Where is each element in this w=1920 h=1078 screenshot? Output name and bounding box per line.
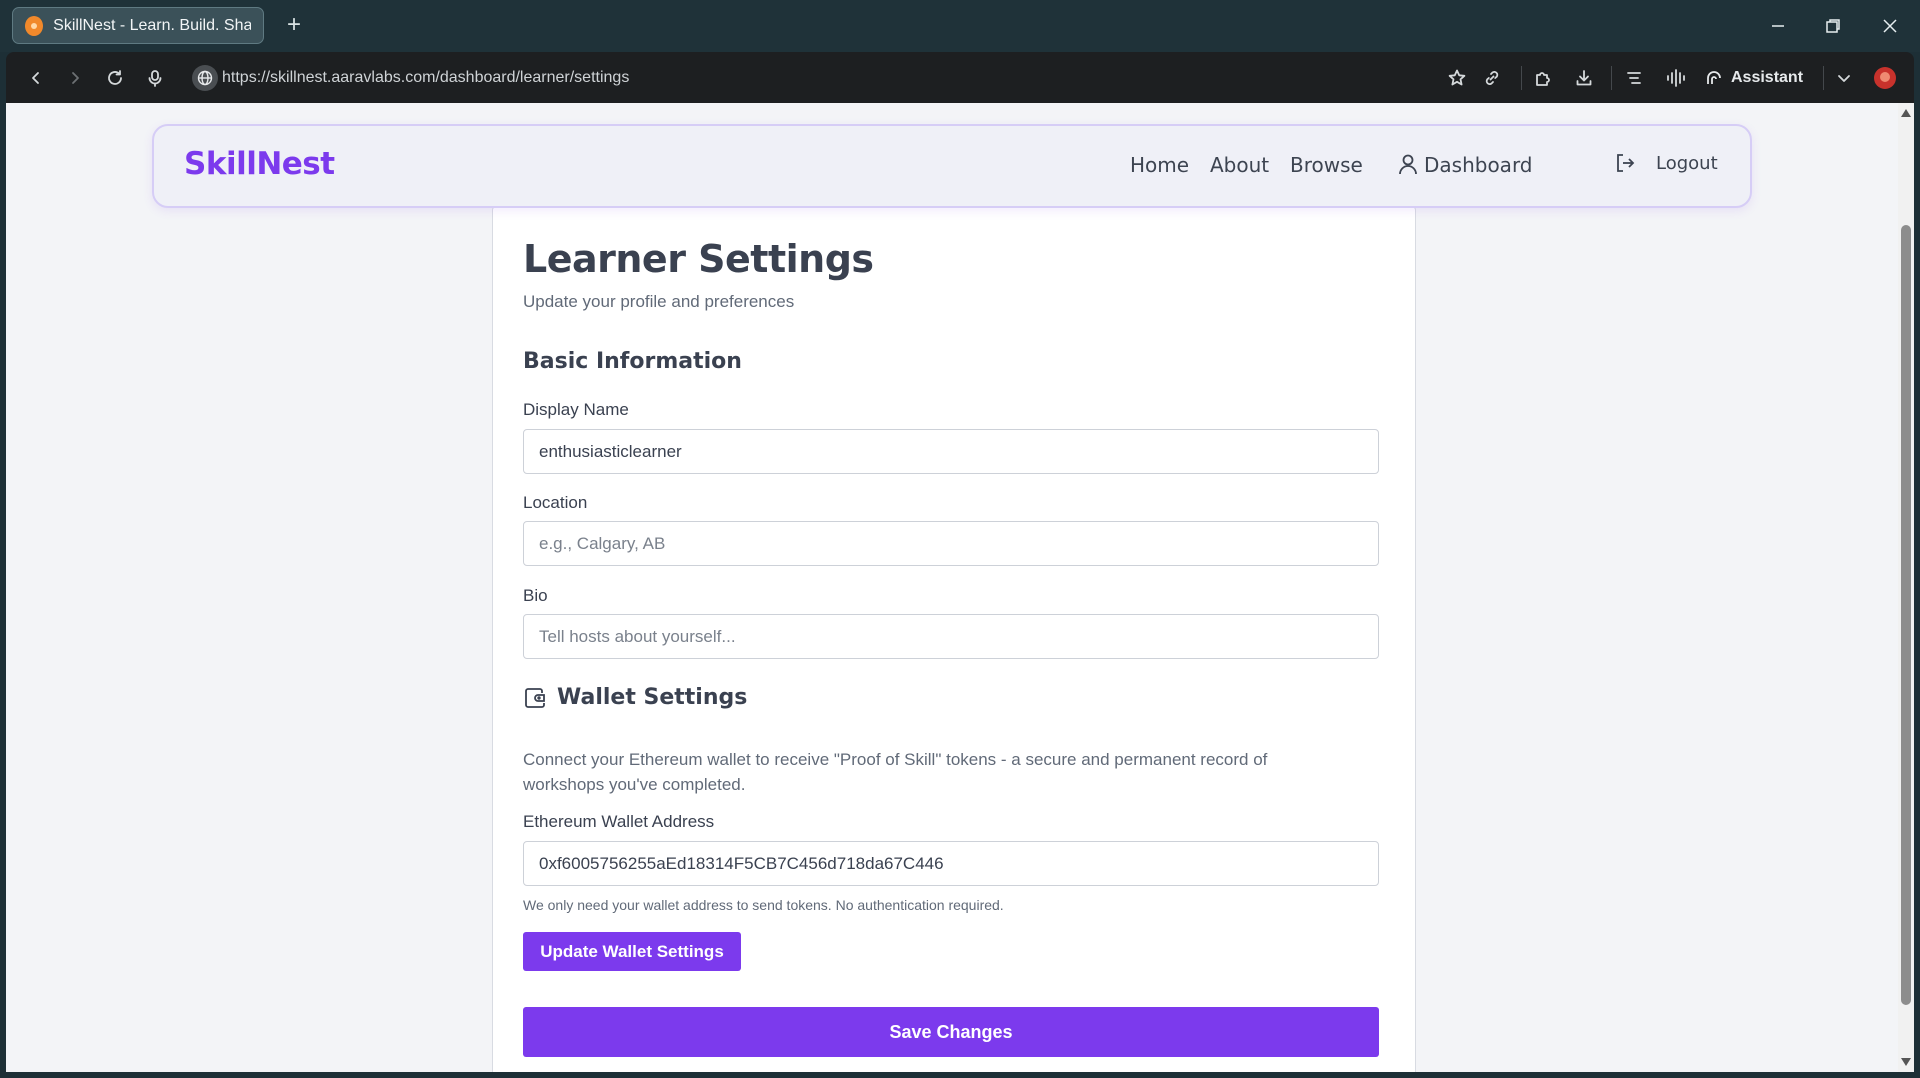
logout-icon [1617, 154, 1635, 172]
site-logo[interactable]: SkillNest [184, 146, 335, 182]
tab-bar: SkillNest - Learn. Build. Share. + [0, 0, 1920, 52]
address-bar[interactable]: https://skillnest.aaravlabs.com/dashboar… [222, 66, 629, 90]
display-name-label: Display Name [523, 400, 629, 419]
nav-link-home[interactable]: Home [1130, 153, 1189, 177]
microphone-icon[interactable] [141, 64, 169, 92]
page-viewport: Learner Settings Update your profile and… [6, 103, 1914, 1072]
logout-button[interactable]: Logout [1614, 152, 1718, 174]
nav-link-about[interactable]: About [1210, 153, 1269, 177]
back-icon[interactable] [22, 64, 50, 92]
new-tab-plus-icon[interactable]: + [280, 12, 308, 40]
extensions-puzzle-icon[interactable] [1529, 64, 1557, 92]
assistant-label: Assistant [1731, 69, 1804, 86]
basic-information-heading: Basic Information [523, 349, 742, 374]
tab-title: SkillNest - Learn. Build. Share. [53, 16, 251, 34]
logout-label: Logout [1656, 152, 1718, 174]
display-name-field[interactable] [523, 429, 1379, 474]
site-favicon-icon [25, 15, 44, 36]
downloads-icon[interactable] [1570, 64, 1598, 92]
bio-label: Bio [523, 586, 548, 605]
wallet-address-field[interactable] [523, 841, 1379, 886]
toolbar-divider [1823, 66, 1824, 90]
profile-avatar[interactable] [1874, 67, 1896, 89]
scrollbar[interactable] [1898, 103, 1914, 1072]
copy-link-icon[interactable] [1478, 64, 1506, 92]
scroll-up-arrow-icon[interactable] [1901, 109, 1911, 117]
close-window-icon[interactable] [1870, 10, 1910, 42]
scrollbar-thumb[interactable] [1901, 225, 1911, 1005]
wallet-icon [525, 687, 545, 708]
location-field[interactable] [523, 521, 1379, 566]
dashboard-label: Dashboard [1424, 153, 1533, 177]
audio-wave-icon[interactable] [1662, 64, 1690, 92]
user-icon [1399, 154, 1417, 175]
toolbar-divider [1611, 66, 1612, 90]
basic-information-title: Basic Information [523, 349, 742, 374]
location-label: Location [523, 493, 588, 512]
forward-icon[interactable] [61, 64, 89, 92]
reading-list-icon[interactable] [1620, 64, 1648, 92]
assistant-icon [1707, 71, 1721, 84]
chevron-down-icon[interactable] [1830, 64, 1858, 92]
minimize-icon[interactable] [1758, 10, 1798, 42]
site-navbar: SkillNest Home About Browse Dashboard Lo… [152, 124, 1752, 208]
update-wallet-button[interactable]: Update Wallet Settings [523, 932, 741, 971]
wallet-hint: We only need your wallet address to send… [523, 897, 1004, 913]
site-info-globe-icon[interactable] [192, 65, 218, 91]
wallet-address-label: Ethereum Wallet Address [523, 812, 715, 831]
wallet-settings-title: Wallet Settings [557, 685, 748, 710]
save-changes-button[interactable]: Save Changes [523, 1007, 1379, 1057]
settings-card: Learner Settings Update your profile and… [492, 206, 1416, 1072]
nav-link-dashboard[interactable]: Dashboard [1398, 153, 1533, 177]
assistant-button[interactable]: Assistant [1705, 64, 1803, 92]
bio-field[interactable] [523, 614, 1379, 659]
page-subtitle: Update your profile and preferences [523, 292, 795, 311]
wallet-settings-heading: Wallet Settings [523, 685, 747, 710]
nav-link-browse[interactable]: Browse [1290, 153, 1363, 177]
restore-icon[interactable] [1813, 10, 1853, 42]
page-title: Learner Settings [523, 237, 874, 281]
toolbar-divider [1521, 66, 1522, 90]
scroll-down-arrow-icon[interactable] [1901, 1058, 1911, 1066]
reload-icon[interactable] [101, 64, 129, 92]
wallet-description: Connect your Ethereum wallet to receive … [523, 750, 1268, 794]
bookmark-star-icon[interactable] [1443, 64, 1471, 92]
browser-tab[interactable]: SkillNest - Learn. Build. Share. [12, 7, 264, 44]
